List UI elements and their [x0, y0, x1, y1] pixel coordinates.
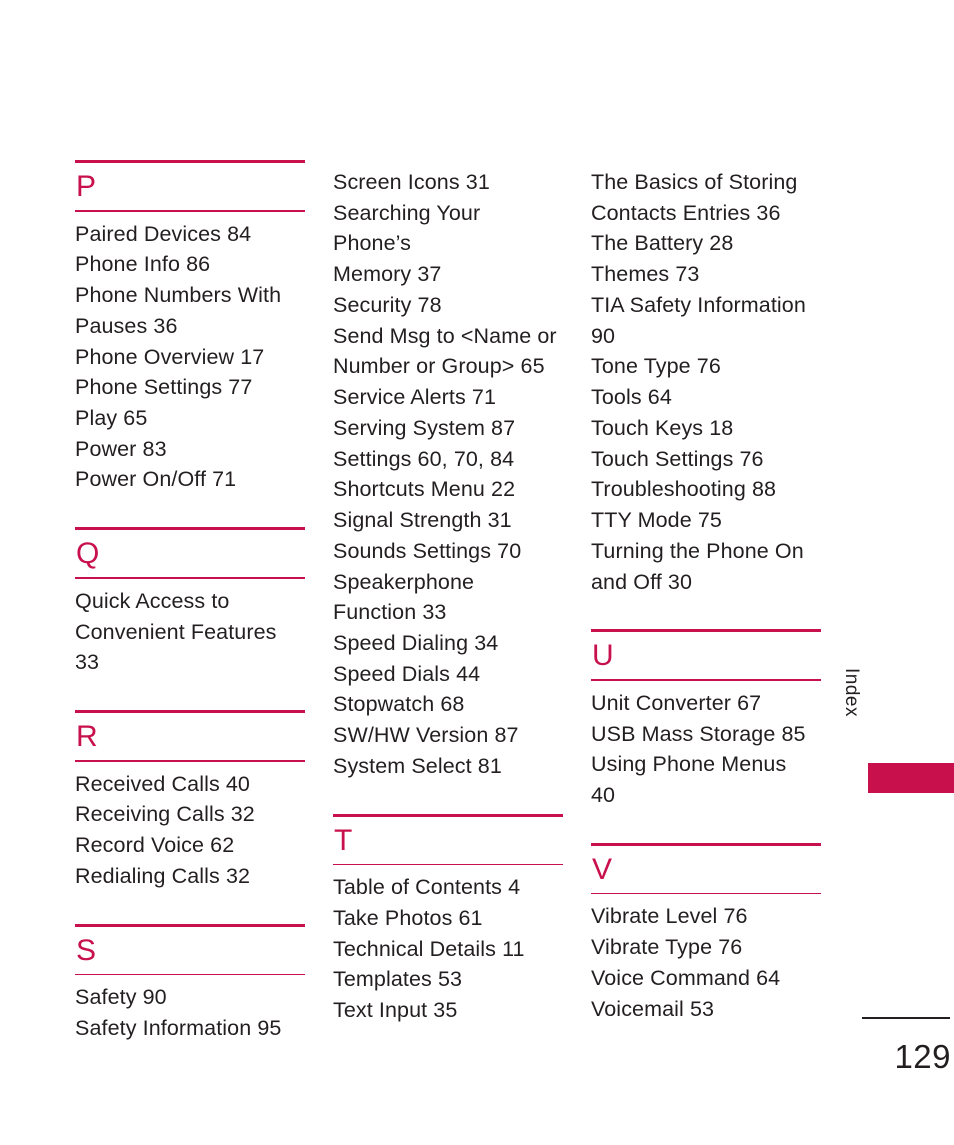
index-entry: Redialing Calls 32 — [75, 863, 251, 888]
index-section: R Received Calls 40 Receiving Calls 32 Reco… — [75, 710, 305, 892]
index-entry: SW/HW Version 87 — [333, 723, 519, 748]
index-entry: Table of Contents 4 — [333, 875, 521, 900]
index-section: U Unit Converter 67 USB Mass Storage 85 Usi… — [591, 629, 821, 811]
index-entry-list: Received Calls 40 Receiving Calls 32 Recor… — [75, 762, 305, 892]
index-entry: Using Phone Menus 40 — [591, 752, 787, 808]
index-entry-list: Paired Devices 84 Phone Info 86 Phone Numb… — [75, 212, 305, 496]
index-entry: Vibrate Level 76 — [591, 904, 748, 929]
index-entry: Power On/Off 71 — [75, 467, 237, 492]
index-entry: System Select 81 — [333, 753, 502, 778]
section-letter: V — [592, 852, 613, 886]
index-entry-list: Vibrate Level 76 Vibrate Type 76 Voice Com… — [591, 894, 821, 1024]
side-tab-label: Index — [841, 668, 862, 717]
index-section: S Safety 90 Safety Information 95 — [75, 923, 305, 1044]
index-entry-list: Screen Icons 31 Searching Your Phone’s Me… — [333, 160, 563, 782]
index-entry: Safety Information 95 — [75, 1015, 282, 1040]
index-entry: Speakerphone Function 33 — [333, 569, 475, 625]
index-entry-list: Quick Access to Convenient Features 33 — [75, 579, 305, 678]
index-entry-list: Unit Converter 67 USB Mass Storage 85 Usin… — [591, 681, 821, 811]
index-entry: Voice Command 64 — [591, 965, 781, 990]
index-section-continued: Screen Icons 31 Searching Your Phone’s Me… — [333, 160, 563, 782]
index-entry: Speed Dials 44 — [333, 661, 481, 686]
section-letter: U — [592, 639, 614, 673]
index-entry: Shortcuts Menu 22 — [333, 477, 516, 502]
section-letter: P — [76, 170, 97, 203]
index-entry: Touch Settings 76 — [591, 446, 764, 471]
index-entry: Send Msg to <Name or Number or Group> 65 — [333, 323, 557, 379]
section-letter: R — [76, 720, 98, 753]
index-entry: The Battery 28 — [591, 231, 734, 256]
index-entry: Serving System 87 — [333, 415, 516, 440]
index-entry: Play 65 — [75, 406, 148, 430]
index-entry: Power 83 — [75, 436, 167, 461]
index-entry: Record Voice 62 — [75, 833, 235, 858]
page-number: 129 — [894, 1038, 951, 1075]
index-entry: Received Calls 40 — [75, 771, 250, 796]
index-entry: Text Input 35 — [333, 998, 458, 1023]
index-entry: Searching Your Phone’s Memory 37 — [333, 200, 481, 287]
index-section: Q Quick Access to Convenient Features 33 — [75, 527, 305, 678]
index-entry: Security 78 — [333, 292, 442, 317]
index-section: T Table of Contents 4 Take Photos 61 Techni… — [333, 813, 563, 1026]
index-entry: Take Photos 61 — [333, 906, 483, 931]
index-entry-list: The Basics of Storing Contacts Entries 3… — [591, 160, 821, 597]
index-entry: Technical Details 11 — [333, 936, 525, 961]
index-page: P Paired Devices 84 Phone Info 86 Phone Num… — [0, 0, 954, 1145]
index-columns: P Paired Devices 84 Phone Info 86 Phone Num… — [75, 160, 821, 1044]
section-letter: Q — [76, 537, 100, 571]
index-entry: Tone Type 76 — [591, 354, 721, 379]
index-entry: Paired Devices 84 — [75, 221, 252, 246]
index-entry: Screen Icons 31 — [333, 170, 490, 194]
index-entry: Service Alerts 71 — [333, 385, 497, 410]
index-entry: Speed Dialing 34 — [333, 631, 499, 656]
index-section: V Vibrate Level 76 Vibrate Type 76 Voice Co… — [591, 842, 821, 1025]
index-entry: Touch Keys 18 — [591, 415, 734, 440]
index-entry: Receiving Calls 32 — [75, 802, 255, 827]
index-entry-list: Table of Contents 4 Take Photos 61 Technic… — [333, 865, 563, 1026]
index-entry: Signal Strength 31 — [333, 508, 512, 533]
index-entry: Sounds Settings 70 — [333, 538, 522, 563]
index-entry: Templates 53 — [333, 967, 463, 992]
index-entry: TIA Safety Information 90 — [591, 292, 806, 348]
index-entry: Tools 64 — [591, 385, 672, 410]
index-entry: Settings 60, 70, 84 — [333, 446, 515, 471]
index-entry: Safety 90 — [75, 985, 167, 1010]
index-entry: Phone Settings 77 — [75, 375, 253, 400]
index-entry: Stopwatch 68 — [333, 692, 465, 717]
index-entry: Phone Overview 17 — [75, 344, 265, 369]
side-tab-marker — [868, 763, 954, 793]
index-entry: Turning the Phone On and Off 30 — [591, 538, 804, 594]
index-section: P Paired Devices 84 Phone Info 86 Phone Num… — [75, 160, 305, 495]
index-entry: The Basics of Storing Contacts Entries 3… — [591, 170, 798, 225]
index-entry: USB Mass Storage 85 — [591, 721, 806, 746]
index-entry: Voicemail 53 — [591, 996, 715, 1021]
folio-rule — [862, 1017, 950, 1019]
index-column: P Paired Devices 84 Phone Info 86 Phone Num… — [75, 160, 305, 1044]
index-entry: Phone Info 86 — [75, 252, 211, 277]
section-letter: S — [76, 933, 97, 967]
index-entry: TTY Mode 75 — [591, 508, 722, 533]
index-entry: Quick Access to Convenient Features 33 — [75, 588, 277, 675]
index-entry: Troubleshooting 88 — [591, 477, 777, 502]
index-column: The Basics of Storing Contacts Entries 3… — [591, 160, 821, 1044]
index-entry: Vibrate Type 76 — [591, 935, 743, 960]
index-entry-list: Safety 90 Safety Information 95 — [75, 975, 305, 1043]
section-letter: T — [334, 823, 353, 857]
index-entry: Unit Converter 67 — [591, 690, 762, 715]
index-entry: Phone Numbers With Pauses 36 — [75, 283, 282, 338]
index-entry: Themes 73 — [591, 262, 700, 287]
index-column: Screen Icons 31 Searching Your Phone’s Me… — [333, 160, 563, 1044]
index-section-continued: The Basics of Storing Contacts Entries 3… — [591, 160, 821, 597]
